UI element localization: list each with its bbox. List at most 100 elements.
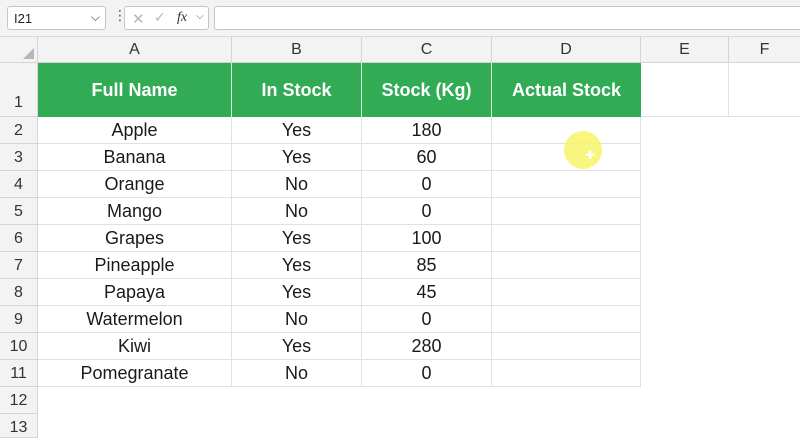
column-header-b[interactable]: B	[232, 37, 362, 63]
row-header-7[interactable]: 7	[0, 252, 38, 279]
chevron-down-icon[interactable]: ⌵	[91, 10, 100, 25]
cell-f10[interactable]	[729, 333, 800, 360]
cell-e1[interactable]	[641, 63, 729, 117]
row-header-4[interactable]: 4	[0, 171, 38, 198]
cell-f9[interactable]	[729, 306, 800, 333]
row-header-5[interactable]: 5	[0, 198, 38, 225]
cell-c5[interactable]: 0	[362, 198, 492, 225]
cell-a4[interactable]: Orange	[38, 171, 232, 198]
column-header-c[interactable]: C	[362, 37, 492, 63]
cell-b12[interactable]	[232, 387, 362, 414]
cell-c6[interactable]: 100	[362, 225, 492, 252]
cell-e2[interactable]	[641, 117, 729, 144]
cell-d6[interactable]	[492, 225, 641, 252]
cell-b2[interactable]: Yes	[232, 117, 362, 144]
cell-e3[interactable]	[641, 144, 729, 171]
cell-f3[interactable]	[729, 144, 800, 171]
cell-f4[interactable]	[729, 171, 800, 198]
cell-e13[interactable]	[641, 414, 729, 438]
row-header-6[interactable]: 6	[0, 225, 38, 252]
cell-a5[interactable]: Mango	[38, 198, 232, 225]
cell-d13[interactable]	[492, 414, 641, 438]
cell-f6[interactable]	[729, 225, 800, 252]
cell-d9[interactable]	[492, 306, 641, 333]
cell-c12[interactable]	[362, 387, 492, 414]
header-actual-stock[interactable]: Actual Stock	[492, 63, 641, 117]
cell-d11[interactable]	[492, 360, 641, 387]
cell-e7[interactable]	[641, 252, 729, 279]
column-header-e[interactable]: E	[641, 37, 729, 63]
row-header-2[interactable]: 2	[0, 117, 38, 144]
cell-a7[interactable]: Pineapple	[38, 252, 232, 279]
cell-f8[interactable]	[729, 279, 800, 306]
cell-e9[interactable]	[641, 306, 729, 333]
cell-c9[interactable]: 0	[362, 306, 492, 333]
checkmark-icon[interactable]: ✓	[154, 10, 166, 26]
cell-f13[interactable]	[729, 414, 800, 438]
name-box[interactable]: I21 ⌵	[7, 6, 106, 30]
cell-a13[interactable]	[38, 414, 232, 438]
cell-a11[interactable]: Pomegranate	[38, 360, 232, 387]
cell-c10[interactable]: 280	[362, 333, 492, 360]
chevron-down-icon[interactable]: ⌵	[196, 11, 204, 22]
cell-d5[interactable]	[492, 198, 641, 225]
row-header-11[interactable]: 11	[0, 360, 38, 387]
cell-d10[interactable]	[492, 333, 641, 360]
cell-e12[interactable]	[641, 387, 729, 414]
cell-d8[interactable]	[492, 279, 641, 306]
row-header-8[interactable]: 8	[0, 279, 38, 306]
column-header-a[interactable]: A	[38, 37, 232, 63]
cell-d7[interactable]	[492, 252, 641, 279]
cell-a2[interactable]: Apple	[38, 117, 232, 144]
cell-a8[interactable]: Papaya	[38, 279, 232, 306]
cell-d4[interactable]	[492, 171, 641, 198]
cell-c4[interactable]: 0	[362, 171, 492, 198]
header-stock-kg[interactable]: Stock (Kg)	[362, 63, 492, 117]
insert-function-button[interactable]: fx	[177, 10, 187, 26]
cell-e11[interactable]	[641, 360, 729, 387]
formula-input[interactable]	[214, 6, 800, 30]
cell-f5[interactable]	[729, 198, 800, 225]
cell-c2[interactable]: 180	[362, 117, 492, 144]
header-in-stock[interactable]: In Stock	[232, 63, 362, 117]
cell-e6[interactable]	[641, 225, 729, 252]
cell-b10[interactable]: Yes	[232, 333, 362, 360]
cell-a10[interactable]: Kiwi	[38, 333, 232, 360]
cell-c7[interactable]: 85	[362, 252, 492, 279]
cell-f2[interactable]	[729, 117, 800, 144]
select-all-corner[interactable]	[0, 37, 38, 63]
cell-e5[interactable]	[641, 198, 729, 225]
cell-f11[interactable]	[729, 360, 800, 387]
cell-b5[interactable]: No	[232, 198, 362, 225]
cell-d12[interactable]	[492, 387, 641, 414]
cell-b3[interactable]: Yes	[232, 144, 362, 171]
cell-b9[interactable]: No	[232, 306, 362, 333]
cell-b8[interactable]: Yes	[232, 279, 362, 306]
cell-c11[interactable]: 0	[362, 360, 492, 387]
cell-f7[interactable]	[729, 252, 800, 279]
row-header-12[interactable]: 12	[0, 387, 38, 414]
cell-a3[interactable]: Banana	[38, 144, 232, 171]
cell-c8[interactable]: 45	[362, 279, 492, 306]
row-header-1[interactable]: 1	[0, 63, 38, 117]
cell-e10[interactable]	[641, 333, 729, 360]
cell-a9[interactable]: Watermelon	[38, 306, 232, 333]
row-header-13[interactable]: 13	[0, 414, 38, 438]
cell-b7[interactable]: Yes	[232, 252, 362, 279]
column-header-f[interactable]: F	[729, 37, 800, 63]
cell-f12[interactable]	[729, 387, 800, 414]
row-header-10[interactable]: 10	[0, 333, 38, 360]
cell-e8[interactable]	[641, 279, 729, 306]
cell-b6[interactable]: Yes	[232, 225, 362, 252]
row-header-3[interactable]: 3	[0, 144, 38, 171]
cell-e4[interactable]	[641, 171, 729, 198]
cell-b4[interactable]: No	[232, 171, 362, 198]
row-header-9[interactable]: 9	[0, 306, 38, 333]
cell-c3[interactable]: 60	[362, 144, 492, 171]
column-header-d[interactable]: D	[492, 37, 641, 63]
cell-a12[interactable]	[38, 387, 232, 414]
cell-b11[interactable]: No	[232, 360, 362, 387]
cell-c13[interactable]	[362, 414, 492, 438]
cell-f1[interactable]	[729, 63, 800, 117]
cancel-x-icon[interactable]: ✕	[132, 10, 145, 28]
